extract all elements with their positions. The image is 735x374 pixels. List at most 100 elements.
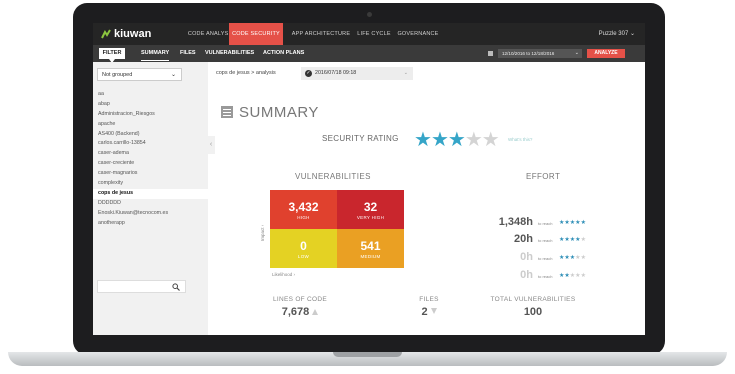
sidebar-app-item[interactable]: anotherapp (93, 219, 208, 229)
cell-value: 0 (300, 239, 307, 253)
sub-navigation: FILTER SUMMARY FILES VULNERABILITIES ACT… (93, 45, 645, 63)
snapshot-date: 2016/07/18 09:18 (315, 70, 357, 76)
logo-icon (101, 29, 111, 39)
chevron-down-icon: ⌄ (403, 70, 408, 76)
nav-life-cycle[interactable]: LIFE CYCLE (355, 23, 393, 45)
laptop-notch (333, 352, 402, 357)
nav-code-security[interactable]: CODE SECURITY (229, 23, 283, 45)
group-select-value: Not grouped (102, 72, 133, 78)
heatmap-cell-low[interactable]: 0 LOW (270, 229, 337, 268)
tab-vulnerabilities[interactable]: VULNERABILITIES (205, 45, 254, 62)
sidebar-app-item[interactable]: DDDDDD (93, 199, 208, 209)
breadcrumb[interactable]: cops de jesus > analysis (216, 62, 276, 84)
cell-value: 3,432 (288, 200, 319, 214)
sidebar-app-item[interactable]: Enoski.Kiuwan@tecnocom.es (93, 209, 208, 219)
effort-target-stars: ★★★★★ (559, 254, 586, 261)
collapse-sidebar-icon[interactable]: ‹ (207, 136, 215, 154)
impact-axis-label: Impact › (260, 224, 265, 241)
sidebar-app-item[interactable]: Administracion_Riesgos (93, 110, 208, 120)
tab-summary[interactable]: SUMMARY (141, 45, 170, 62)
total-vulnerabilities-value: 100 (523, 306, 543, 318)
chevron-down-icon: ⌄ (170, 72, 176, 78)
sidebar-app-item[interactable]: AS400 (Backend) (93, 130, 208, 140)
summary-icon (221, 106, 233, 118)
cell-value: 32 (363, 200, 378, 214)
security-rating-label: SECURITY RATING (322, 134, 399, 143)
cell-label: HIGH (297, 215, 310, 220)
check-icon: ✓ (305, 70, 312, 77)
lines-of-code-label: LINES OF CODE (272, 296, 328, 303)
effort-target-stars: ★★★★★ (559, 219, 586, 226)
effort-reach-label: to reach (538, 221, 553, 226)
trend-down-icon (430, 308, 437, 314)
sidebar: Not grouped ⌄ aa abap Administracion_Riesg… (93, 62, 208, 335)
star-icon: ★ (580, 237, 586, 243)
sidebar-app-item[interactable]: complexity (93, 179, 208, 189)
tab-action-plans[interactable]: ACTION PLANS (263, 45, 304, 62)
page-title: SUMMARY (221, 103, 319, 123)
cell-label: MEDIUM (360, 254, 381, 259)
cell-label: VERY HIGH (356, 215, 385, 220)
sidebar-app-item[interactable]: caser-magnarios (93, 169, 208, 179)
star-icon: ★ (580, 273, 586, 279)
files-label: FILES (419, 296, 439, 303)
analyze-button[interactable]: ANALYZE (587, 49, 625, 58)
likelihood-axis-label: Likelihood › (272, 272, 296, 277)
laptop-frame: kiuwan CODE ANALYSIS CODE SECURITY APP A… (73, 3, 665, 355)
lines-of-code-number: 7,678 (281, 306, 310, 318)
effort-hours: 0h (520, 269, 533, 281)
project-selector[interactable]: Puzzle 307 ⌄ (599, 23, 635, 45)
security-rating-stars: ★★★★★ (414, 127, 500, 152)
group-select[interactable]: Not grouped ⌄ (97, 68, 182, 81)
vulnerabilities-heatmap: 3,432 HIGH 32 VERY HIGH 0 LOW 541 MEDIUM (270, 190, 404, 268)
star-icon: ★ (430, 129, 449, 151)
sidebar-app-item[interactable]: aa (93, 90, 208, 100)
laptop-base (8, 352, 727, 366)
sidebar-app-item[interactable]: apache (93, 120, 208, 130)
heatmap-cell-high[interactable]: 3,432 HIGH (270, 190, 337, 229)
filter-button[interactable]: FILTER (99, 48, 125, 63)
star-icon: ★ (414, 129, 432, 151)
search-icon[interactable] (172, 283, 180, 291)
effort-reach-label: to reach (538, 256, 553, 261)
star-icon: ★ (464, 129, 483, 151)
files-number: 2 (421, 306, 428, 318)
star-icon: ★ (580, 220, 586, 226)
page-title-text: SUMMARY (239, 104, 319, 121)
heatmap-cell-very-high[interactable]: 32 VERY HIGH (337, 190, 404, 229)
nav-governance[interactable]: GOVERNANCE (395, 23, 441, 45)
breadcrumb-bar: cops de jesus > analysis ✓ 2016/07/18 09… (208, 62, 645, 84)
tab-files[interactable]: FILES (180, 45, 196, 62)
total-vulnerabilities-label: TOTAL VULNERABILITIES (490, 296, 576, 303)
kiuwan-logo[interactable]: kiuwan (101, 28, 151, 40)
star-icon: ★ (481, 129, 500, 151)
logo-text: kiuwan (114, 28, 152, 40)
vulnerabilities-title: VULNERABILITIES (295, 172, 371, 181)
analysis-snapshot-select[interactable]: ✓ 2016/07/18 09:18 ⌄ (301, 67, 413, 80)
date-range-select[interactable]: 12/10/2016 to 12/18/2016 ⌄ (498, 49, 582, 58)
effort-target-stars: ★★★★★ (559, 272, 586, 279)
sidebar-app-item[interactable]: caser-adema (93, 149, 208, 159)
effort-target-stars: ★★★★★ (559, 236, 586, 243)
date-range-value: 12/10/2016 to 12/18/2016 (502, 51, 555, 56)
whats-this-link[interactable]: What's this? (508, 137, 532, 142)
star-icon: ★ (447, 129, 466, 151)
top-navigation: kiuwan CODE ANALYSIS CODE SECURITY APP A… (93, 23, 645, 45)
sidebar-app-item[interactable]: abap (93, 100, 208, 110)
cell-value: 541 (360, 239, 381, 253)
heatmap-cell-medium[interactable]: 541 MEDIUM (337, 229, 404, 268)
sidebar-app-item[interactable]: caser-creciente (93, 159, 208, 169)
nav-app-architecture[interactable]: APP ARCHITECTURE (291, 23, 351, 45)
files-value: 2 (399, 306, 459, 318)
effort-hours: 20h (514, 233, 533, 245)
calendar-icon (488, 51, 493, 56)
chevron-down-icon: ⌄ (574, 50, 579, 56)
sidebar-app-item[interactable]: cops de jesus (93, 188, 208, 199)
screen: kiuwan CODE ANALYSIS CODE SECURITY APP A… (93, 23, 645, 335)
trend-up-icon (312, 309, 319, 315)
effort-reach-label: to reach (538, 238, 553, 243)
search-input[interactable] (97, 280, 186, 293)
effort-title: EFFORT (526, 172, 561, 181)
application-list: aa abap Administracion_Riesgos apache AS400 … (93, 90, 208, 228)
sidebar-app-item[interactable]: carlos.carrillo-13854 (93, 139, 208, 149)
